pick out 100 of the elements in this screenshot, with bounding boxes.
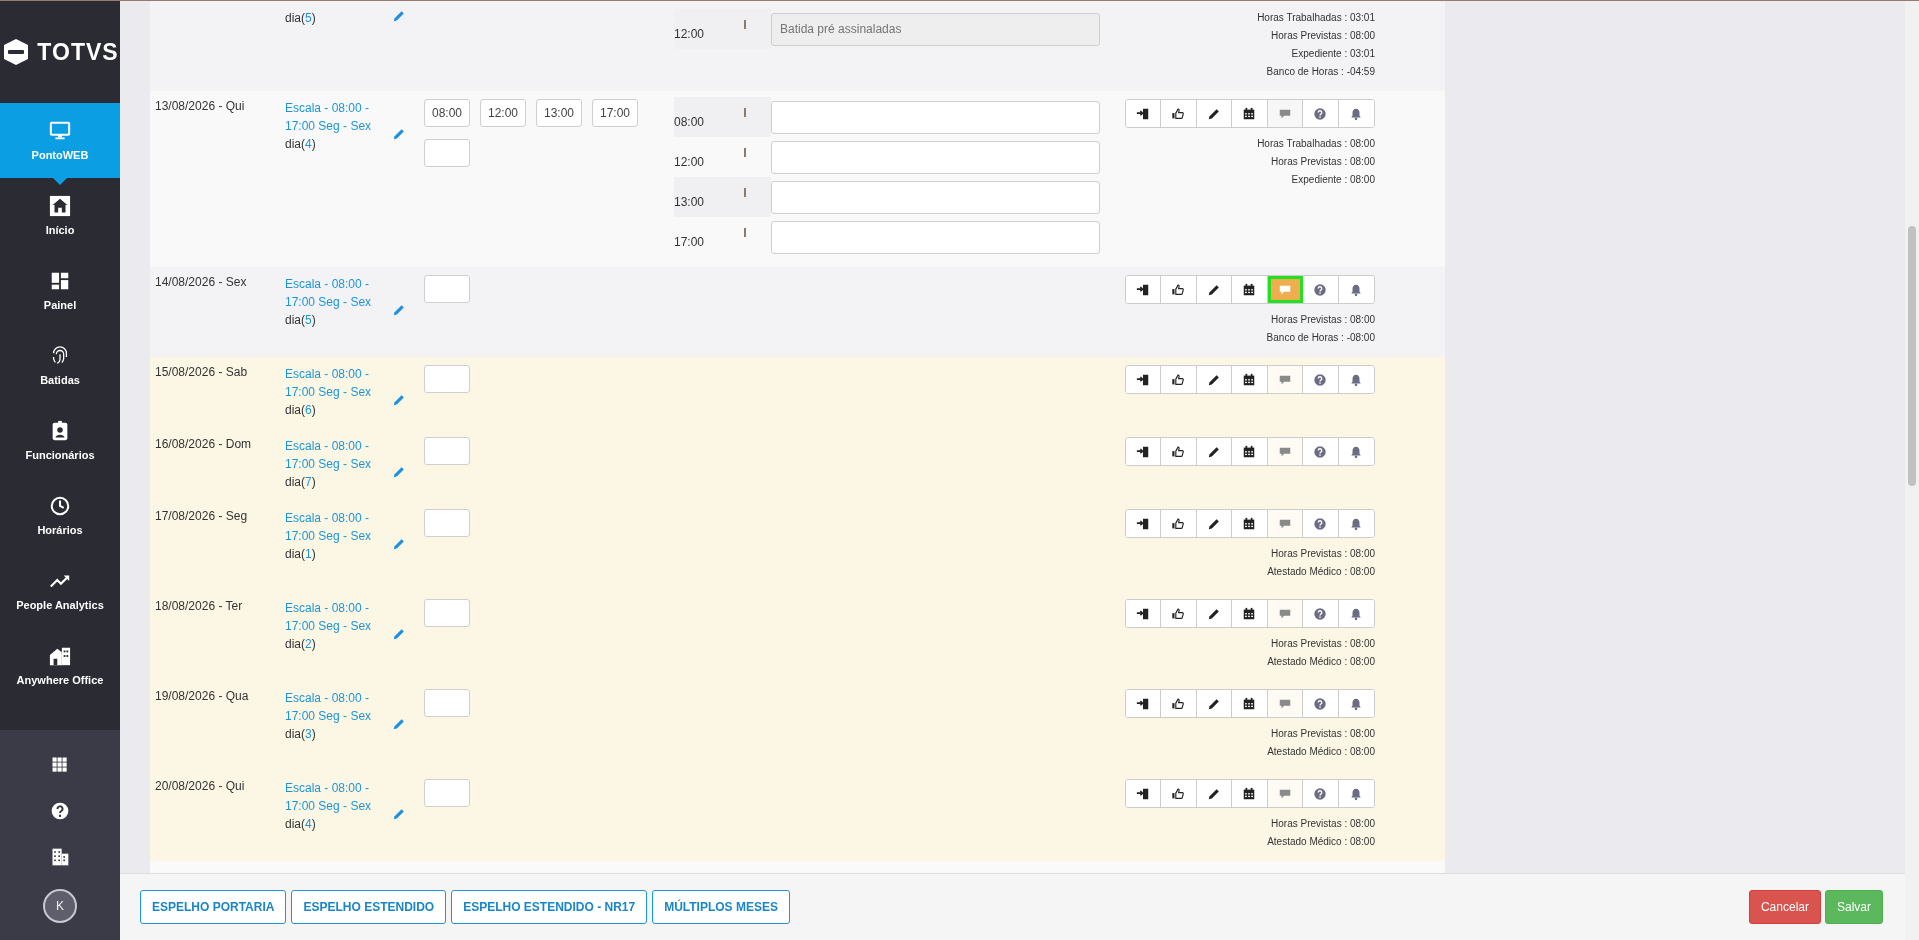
help-icon[interactable]	[50, 801, 70, 821]
report-button[interactable]: ESPELHO ESTENDIDO	[291, 890, 447, 924]
nav-item[interactable]: People Analytics	[0, 553, 120, 628]
thumbs-up-button[interactable]	[1161, 510, 1197, 537]
punch-note-field[interactable]	[771, 100, 1100, 134]
question-button[interactable]	[1303, 366, 1339, 393]
thumbs-up-button[interactable]	[1161, 600, 1197, 627]
bell-button[interactable]	[1338, 366, 1374, 393]
pencil-icon[interactable]	[392, 9, 406, 23]
question-button[interactable]	[1303, 438, 1339, 465]
schedule-link[interactable]: Escala - 08:00 - 17:00 Seg - Sex	[285, 99, 392, 135]
question-button[interactable]	[1303, 510, 1339, 537]
calendar-button[interactable]	[1232, 276, 1268, 303]
planned-time-field[interactable]: 17:00	[592, 99, 638, 127]
bell-button[interactable]	[1338, 690, 1374, 717]
pencil-icon[interactable]	[392, 807, 406, 821]
door-arrow-button[interactable]	[1125, 100, 1161, 127]
question-button[interactable]	[1303, 276, 1339, 303]
time-entry-field[interactable]	[424, 779, 470, 807]
nav-item[interactable]: Batidas	[0, 328, 120, 403]
nav-item[interactable]: Anywhere Office	[0, 628, 120, 703]
door-arrow-button[interactable]	[1125, 438, 1161, 465]
office-building-icon[interactable]	[50, 847, 70, 867]
time-entry-field[interactable]	[424, 509, 470, 537]
thumbs-up-button[interactable]	[1161, 438, 1197, 465]
pencil-button[interactable]	[1196, 780, 1232, 807]
schedule-link[interactable]: Escala - 08:00 - 17:00 Seg - Sex	[285, 689, 392, 725]
bell-button[interactable]	[1338, 100, 1374, 127]
thumbs-up-button[interactable]	[1161, 366, 1197, 393]
planned-time-field[interactable]: 13:00	[536, 99, 582, 127]
nav-item[interactable]: Funcionários	[0, 403, 120, 478]
pencil-button[interactable]	[1196, 276, 1232, 303]
schedule-link[interactable]: Escala - 08:00 - 17:00 Seg - Sex	[285, 275, 392, 311]
time-entry-field[interactable]	[424, 599, 470, 627]
pencil-button[interactable]	[1196, 366, 1232, 393]
pencil-button[interactable]	[1196, 690, 1232, 717]
time-entry-field[interactable]	[424, 275, 470, 303]
pencil-icon[interactable]	[392, 127, 406, 141]
door-arrow-button[interactable]	[1125, 780, 1161, 807]
report-button[interactable]: MÚLTIPLOS MESES	[652, 890, 790, 924]
door-arrow-button[interactable]	[1125, 690, 1161, 717]
calendar-button[interactable]	[1232, 600, 1268, 627]
pencil-icon[interactable]	[392, 393, 406, 407]
nav-item[interactable]: Painel	[0, 253, 120, 328]
thumbs-up-button[interactable]	[1161, 100, 1197, 127]
door-arrow-button[interactable]	[1125, 366, 1161, 393]
thumbs-up-button[interactable]	[1161, 276, 1197, 303]
report-button[interactable]: ESPELHO ESTENDIDO - NR17	[451, 890, 648, 924]
door-arrow-button[interactable]	[1125, 276, 1161, 303]
schedule-link[interactable]: Escala - 08:00 - 17:00 Seg - Sex	[285, 599, 392, 635]
pencil-icon[interactable]	[392, 537, 406, 551]
schedule-link[interactable]: Escala - 08:00 - 17:00 Seg - Sex	[285, 779, 392, 815]
thumbs-up-button[interactable]	[1161, 780, 1197, 807]
punch-note-field[interactable]	[771, 180, 1100, 214]
bell-button[interactable]	[1338, 600, 1374, 627]
calendar-button[interactable]	[1232, 690, 1268, 717]
punch-note-field[interactable]	[771, 220, 1100, 254]
calendar-button[interactable]	[1232, 438, 1268, 465]
question-button[interactable]	[1303, 600, 1339, 627]
pencil-button[interactable]	[1196, 100, 1232, 127]
calendar-button[interactable]	[1232, 100, 1268, 127]
pencil-icon[interactable]	[392, 303, 406, 317]
scrollbar[interactable]	[1905, 1, 1919, 940]
question-button[interactable]	[1303, 100, 1339, 127]
nav-item[interactable]: Início	[0, 178, 120, 253]
schedule-link[interactable]: Escala - 08:00 - 17:00 Seg - Sex	[285, 509, 392, 545]
punch-note-field[interactable]	[771, 140, 1100, 174]
planned-time-field[interactable]: 08:00	[424, 99, 470, 127]
apps-grid-icon[interactable]	[50, 755, 70, 775]
time-entry-field[interactable]	[424, 365, 470, 393]
calendar-button[interactable]	[1232, 510, 1268, 537]
time-entry-field[interactable]	[424, 689, 470, 717]
schedule-link[interactable]: Escala - 08:00 - 17:00 Seg - Sex	[285, 365, 392, 401]
bell-button[interactable]	[1338, 510, 1374, 537]
pencil-button[interactable]	[1196, 438, 1232, 465]
cancel-button[interactable]: Cancelar	[1748, 890, 1821, 924]
bell-button[interactable]	[1338, 780, 1374, 807]
calendar-button[interactable]	[1232, 780, 1268, 807]
question-button[interactable]	[1303, 690, 1339, 717]
user-avatar[interactable]: K	[43, 889, 77, 923]
door-arrow-button[interactable]	[1125, 510, 1161, 537]
schedule-link[interactable]: Escala - 08:00 - 17:00 Seg - Sex	[285, 437, 392, 473]
nav-item[interactable]: Horários	[0, 478, 120, 553]
pencil-icon[interactable]	[392, 717, 406, 731]
pencil-button[interactable]	[1196, 600, 1232, 627]
bell-button[interactable]	[1338, 438, 1374, 465]
time-entry-field[interactable]	[424, 437, 470, 465]
door-arrow-button[interactable]	[1125, 600, 1161, 627]
planned-time-field[interactable]: 12:00	[480, 99, 526, 127]
scrollbar-thumb[interactable]	[1908, 226, 1916, 486]
pencil-icon[interactable]	[392, 465, 406, 479]
report-button[interactable]: ESPELHO PORTARIA	[140, 890, 287, 924]
thumbs-up-button[interactable]	[1161, 690, 1197, 717]
pencil-icon[interactable]	[392, 627, 406, 641]
save-button[interactable]: Salvar	[1825, 890, 1883, 924]
time-entry-field[interactable]	[424, 139, 470, 167]
question-button[interactable]	[1303, 780, 1339, 807]
pencil-button[interactable]	[1196, 510, 1232, 537]
bell-button[interactable]	[1338, 276, 1374, 303]
calendar-button[interactable]	[1232, 366, 1268, 393]
